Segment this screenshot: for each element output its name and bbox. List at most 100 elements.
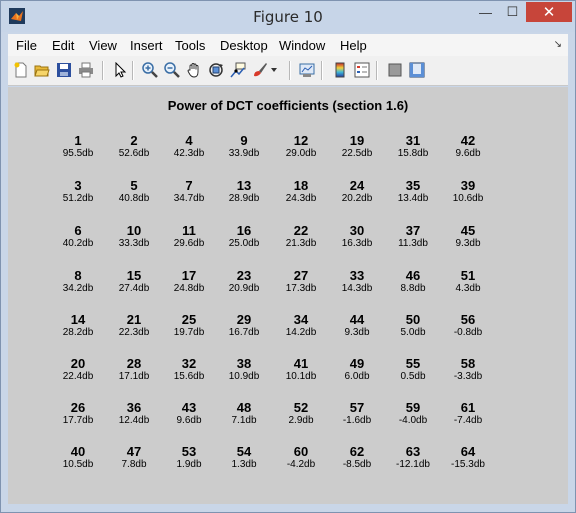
coefficient-cell: 21 22.3db <box>104 313 164 339</box>
coefficient-cell: 59 -4.0db <box>383 401 443 427</box>
coefficient-cell: 7 34.7db <box>159 179 219 205</box>
coefficient-cell: 44 9.3db <box>327 313 387 339</box>
coefficient-power: 16.3db <box>341 238 373 249</box>
figure-canvas[interactable]: Power of DCT coefficients (section 1.6) … <box>8 87 568 504</box>
coefficient-cell: 3 51.2db <box>48 179 108 205</box>
menu-window[interactable]: Window <box>279 38 325 53</box>
coefficient-cell: 15 27.4db <box>104 269 164 295</box>
coefficient-cell: 46 8.8db <box>383 269 443 295</box>
coefficient-power: 40.8db <box>118 193 150 204</box>
coefficient-power: 20.2db <box>341 193 373 204</box>
coefficient-index: 51 <box>460 268 476 283</box>
coefficient-cell: 9 33.9db <box>214 134 274 160</box>
coefficient-cell: 57 -1.6db <box>327 401 387 427</box>
coefficient-cell: 20 22.4db <box>48 357 108 383</box>
coefficient-index: 42 <box>460 133 476 148</box>
menu-file[interactable]: File <box>16 38 37 53</box>
coefficient-index: 57 <box>349 400 365 415</box>
coefficient-cell: 24 20.2db <box>327 179 387 205</box>
figure-window: Figure 10 — ☐ ✕ File Edit View Insert To… <box>0 0 576 513</box>
colorbar-icon[interactable] <box>331 61 349 79</box>
zoom-out-icon[interactable] <box>163 61 181 79</box>
figure-toolbar <box>8 56 568 86</box>
coefficient-power: 40.2db <box>62 238 94 249</box>
coefficient-power: 1.9db <box>176 459 202 470</box>
menu-tools[interactable]: Tools <box>175 38 205 53</box>
coefficient-cell: 28 17.1db <box>104 357 164 383</box>
zoom-in-icon[interactable] <box>141 61 159 79</box>
coefficient-cell: 37 11.3db <box>383 224 443 250</box>
coefficient-index: 52 <box>293 400 309 415</box>
coefficient-index: 38 <box>236 356 252 371</box>
open-file-icon[interactable] <box>33 61 51 79</box>
coefficient-power: 17.1db <box>118 371 150 382</box>
coefficient-power: 7.8db <box>121 459 147 470</box>
coefficient-index: 40 <box>70 444 86 459</box>
coefficient-cell: 6 40.2db <box>48 224 108 250</box>
coefficient-index: 30 <box>349 223 365 238</box>
coefficient-cell: 32 15.6db <box>159 357 219 383</box>
coefficient-index: 16 <box>236 223 252 238</box>
coefficient-power: 14.3db <box>341 283 373 294</box>
coefficient-power: 19.7db <box>173 327 205 338</box>
hide-plot-tools-icon[interactable] <box>386 61 404 79</box>
coefficient-power: -8.5db <box>342 459 372 470</box>
brush-dropdown-icon[interactable] <box>269 61 279 79</box>
coefficient-index: 39 <box>460 178 476 193</box>
coefficient-power: 17.3db <box>285 283 317 294</box>
rotate-3d-icon[interactable] <box>207 61 225 79</box>
coefficient-power: 24.3db <box>285 193 317 204</box>
coefficient-index: 1 <box>74 133 82 148</box>
coefficient-power: 42.3db <box>173 148 205 159</box>
legend-icon[interactable] <box>353 61 371 79</box>
close-button[interactable]: ✕ <box>526 2 572 22</box>
new-figure-icon[interactable] <box>12 61 30 79</box>
select-arrow-icon[interactable] <box>111 61 129 79</box>
coefficient-power: 15.8db <box>397 148 429 159</box>
coefficient-power: -15.3db <box>451 459 485 470</box>
coefficient-power: 8.8db <box>400 283 426 294</box>
minimize-button[interactable]: — <box>472 2 499 22</box>
print-icon[interactable] <box>77 61 95 79</box>
coefficient-cell: 40 10.5db <box>48 445 108 471</box>
coefficient-cell: 5 40.8db <box>104 179 164 205</box>
title-bar[interactable]: Figure 10 — ☐ ✕ <box>1 1 575 32</box>
menu-desktop[interactable]: Desktop <box>220 38 268 53</box>
coefficient-cell: 53 1.9db <box>159 445 219 471</box>
show-plot-tools-icon[interactable] <box>408 61 426 79</box>
coefficient-cell: 18 24.3db <box>271 179 331 205</box>
coefficient-cell: 42 9.6db <box>438 134 498 160</box>
data-cursor-icon[interactable] <box>229 61 247 79</box>
coefficient-index: 44 <box>349 312 365 327</box>
coefficient-index: 11 <box>182 223 196 238</box>
coefficient-power: 33.3db <box>118 238 150 249</box>
save-icon[interactable] <box>55 61 73 79</box>
coefficient-cell: 19 22.5db <box>327 134 387 160</box>
menu-help[interactable]: Help <box>340 38 367 53</box>
coefficient-power: 5.0db <box>400 327 426 338</box>
coefficient-cell: 22 21.3db <box>271 224 331 250</box>
coefficient-index: 6 <box>74 223 82 238</box>
coefficient-power: 22.4db <box>62 371 94 382</box>
brush-icon[interactable] <box>251 61 269 79</box>
link-plot-icon[interactable] <box>298 61 316 79</box>
coefficient-power: 10.6db <box>452 193 484 204</box>
coefficient-index: 50 <box>405 312 421 327</box>
coefficient-index: 22 <box>293 223 309 238</box>
coefficient-cell: 50 5.0db <box>383 313 443 339</box>
maximize-button[interactable]: ☐ <box>499 2 526 22</box>
coefficient-index: 54 <box>236 444 252 459</box>
pan-hand-icon[interactable] <box>185 61 203 79</box>
coefficient-power: 13.4db <box>397 193 429 204</box>
coefficient-power: 10.9db <box>228 371 260 382</box>
coefficient-power: 28.2db <box>62 327 94 338</box>
menu-edit[interactable]: Edit <box>52 38 74 53</box>
coefficient-cell: 26 17.7db <box>48 401 108 427</box>
coefficient-index: 35 <box>405 178 421 193</box>
dock-arrow-icon[interactable]: ↘ <box>554 39 562 50</box>
menu-view[interactable]: View <box>89 38 117 53</box>
coefficient-power: 17.7db <box>62 415 94 426</box>
coefficient-index: 2 <box>130 133 138 148</box>
menu-insert[interactable]: Insert <box>130 38 163 53</box>
coefficient-power: -0.8db <box>453 327 483 338</box>
